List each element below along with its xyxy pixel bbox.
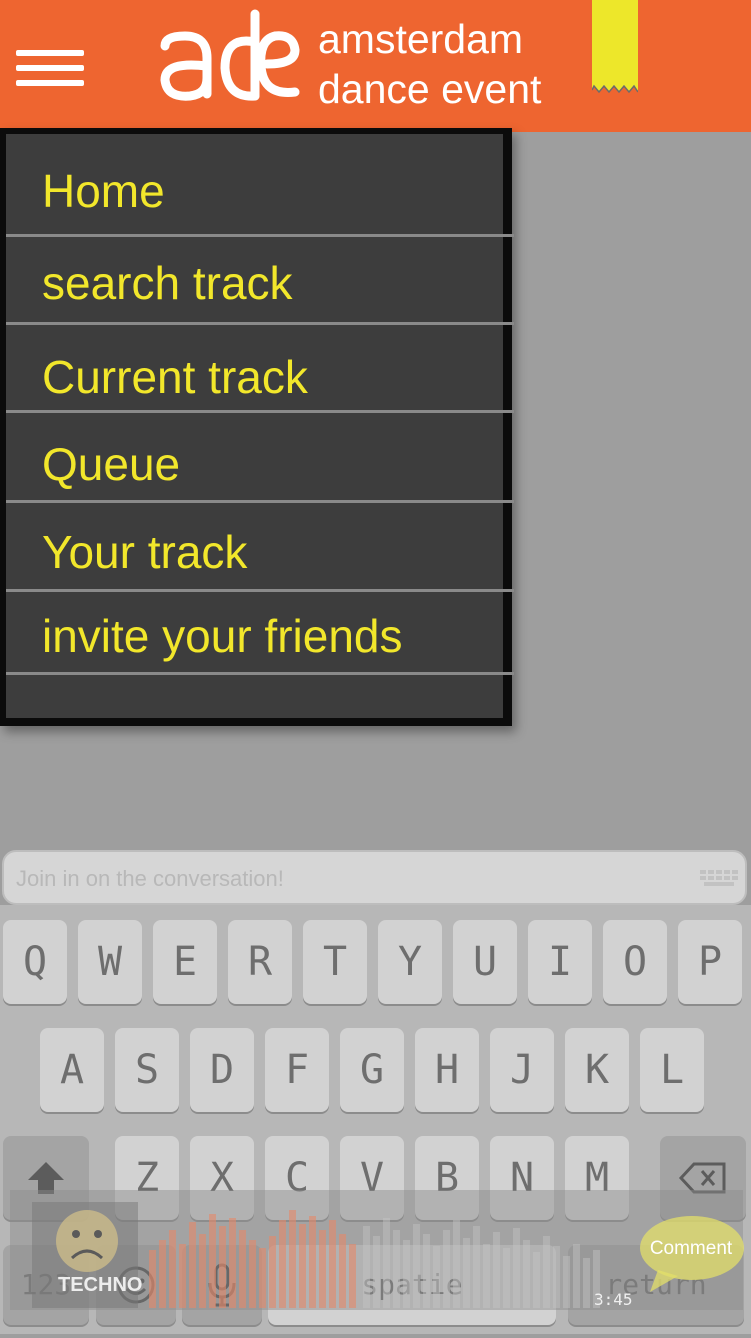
menu-item-invite-friends[interactable]: invite your friends — [42, 609, 403, 663]
menu-divider — [6, 589, 514, 592]
comment-input[interactable] — [14, 862, 678, 896]
comment-button-label[interactable]: Comment — [645, 1238, 737, 1260]
key-u[interactable]: U — [453, 920, 517, 1004]
menu-item-queue[interactable]: Queue — [42, 437, 180, 491]
key-h[interactable]: H — [415, 1028, 479, 1112]
key-s[interactable]: S — [115, 1028, 179, 1112]
menu-item-home[interactable]: Home — [42, 164, 165, 218]
menu-divider — [6, 234, 514, 237]
key-t[interactable]: T — [303, 920, 367, 1004]
key-a[interactable]: A — [40, 1028, 104, 1112]
comment-bar — [2, 850, 747, 905]
drawer-panel: Home search track Current track Queue Yo… — [6, 134, 514, 718]
menu-item-your-track[interactable]: Your track — [42, 525, 247, 579]
key-w[interactable]: W — [78, 920, 142, 1004]
bookmark-icon[interactable] — [592, 0, 638, 100]
logo-line-amsterdam: amsterdam — [318, 16, 524, 62]
key-e[interactable]: E — [153, 920, 217, 1004]
logo-line-dance-event: dance event — [318, 66, 542, 112]
menu-divider — [6, 410, 514, 413]
menu-item-search-track[interactable]: search track — [42, 256, 293, 310]
menu-divider — [6, 322, 514, 325]
key-j[interactable]: J — [490, 1028, 554, 1112]
key-i[interactable]: I — [528, 920, 592, 1004]
menu-divider — [6, 672, 514, 675]
menu-item-current-track[interactable]: Current track — [42, 350, 308, 404]
key-g[interactable]: G — [340, 1028, 404, 1112]
key-o[interactable]: O — [603, 920, 667, 1004]
key-f[interactable]: F — [265, 1028, 329, 1112]
track-time: 3:45 — [594, 1290, 633, 1309]
navigation-drawer: Home search track Current track Queue Yo… — [0, 128, 514, 726]
key-r[interactable]: R — [228, 920, 292, 1004]
key-l[interactable]: L — [640, 1028, 704, 1112]
key-y[interactable]: Y — [378, 920, 442, 1004]
ade-logo-icon — [160, 9, 300, 101]
sad-face-icon[interactable] — [54, 1208, 120, 1274]
key-d[interactable]: D — [190, 1028, 254, 1112]
key-q[interactable]: Q — [3, 920, 67, 1004]
genre-label: TECHNO — [58, 1274, 143, 1296]
hamburger-menu-icon[interactable] — [16, 50, 84, 88]
menu-divider — [6, 500, 514, 503]
audio-visualizer — [149, 1210, 600, 1308]
key-k[interactable]: K — [565, 1028, 629, 1112]
logo-text: amsterdam dance event — [318, 14, 541, 114]
app-header: amsterdam dance event — [0, 0, 751, 132]
key-p[interactable]: P — [678, 920, 742, 1004]
keyboard-icon[interactable] — [700, 870, 738, 888]
